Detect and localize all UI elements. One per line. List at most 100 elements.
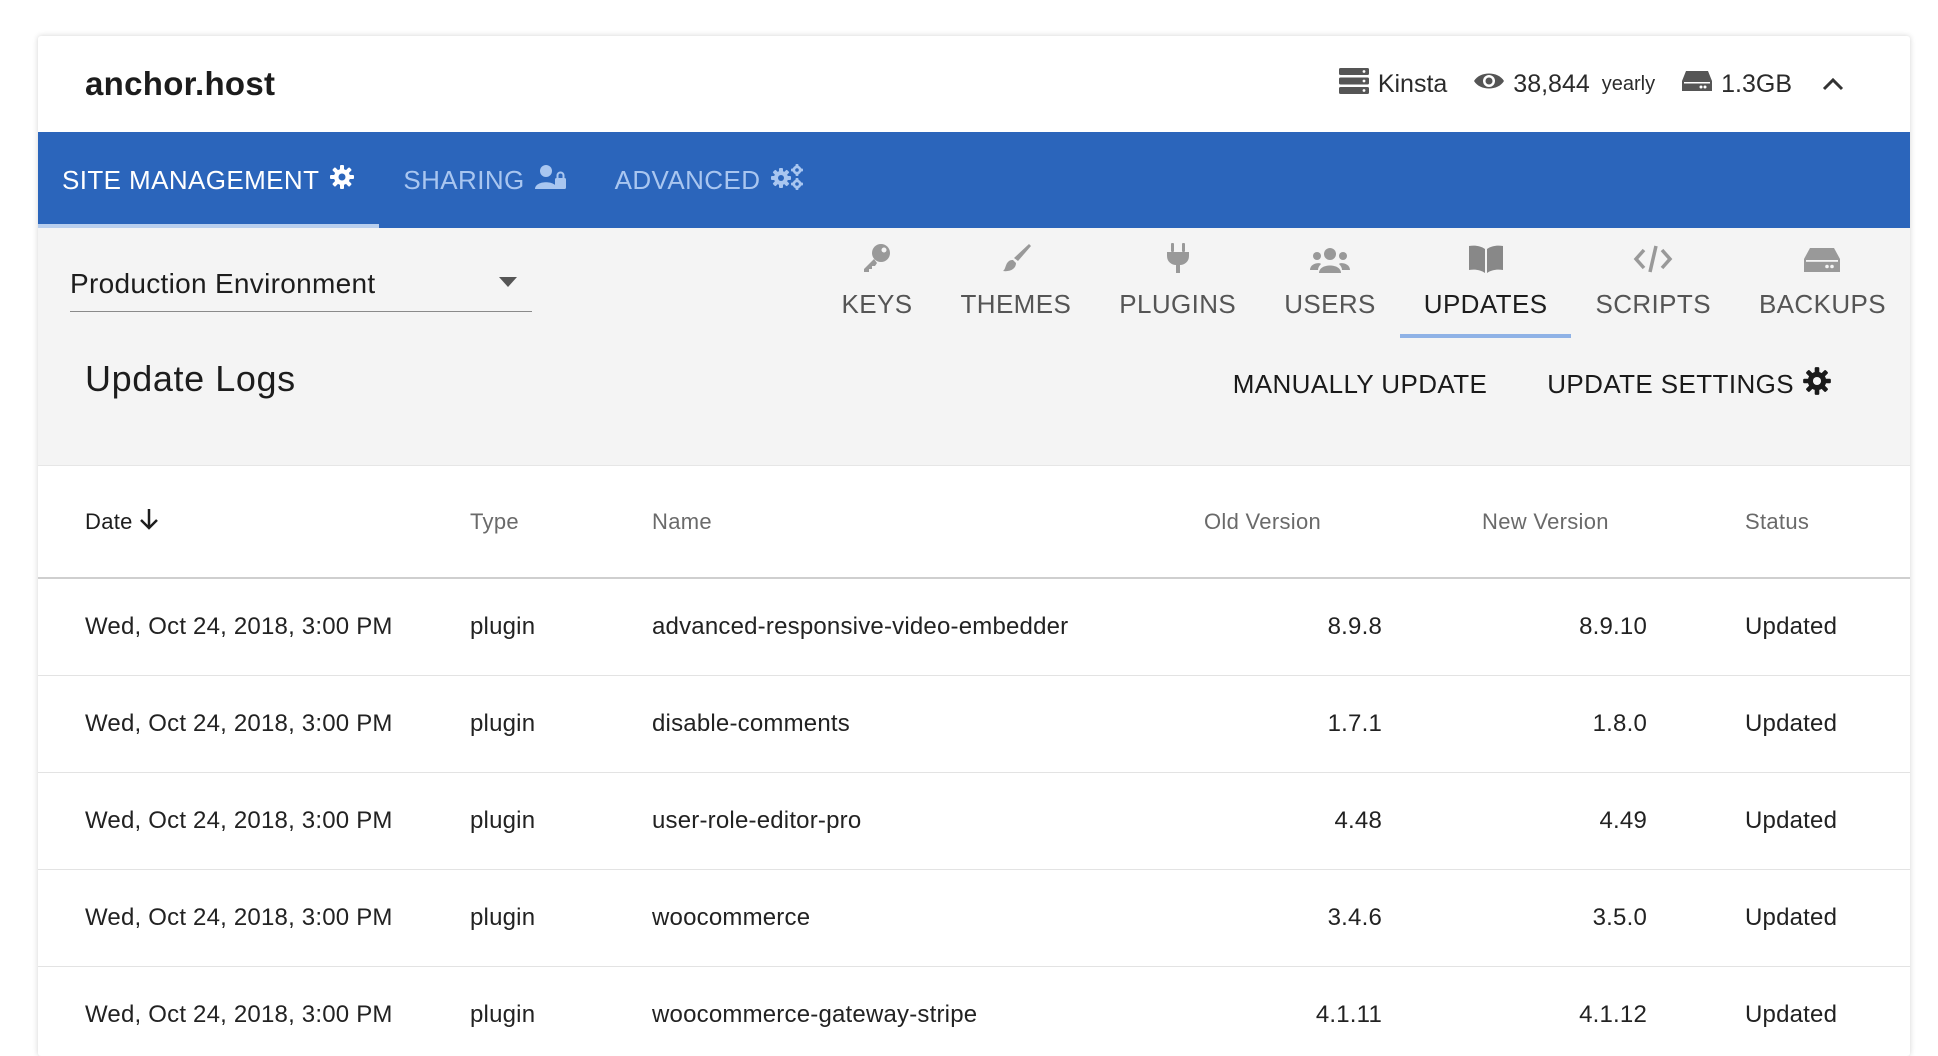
column-name[interactable]: Name: [652, 466, 1126, 579]
sort-date-button[interactable]: Date: [85, 508, 159, 536]
subtab-label: BACKUPS: [1758, 289, 1886, 319]
cell-old-version: 4.1.11: [1126, 966, 1382, 1056]
visits-count: 38,844: [1513, 69, 1590, 98]
cell-type: plugin: [470, 578, 652, 676]
user-lock-icon: [534, 164, 567, 197]
log-actions: MANUALLY UPDATE UPDATE SETTINGS: [1233, 366, 1832, 403]
site-header: anchor.host Kinsta 38,844 yearly 1.3GB: [38, 36, 1910, 132]
cell-type: plugin: [470, 772, 652, 870]
cell-type: plugin: [470, 869, 652, 967]
subtab-themes[interactable]: THEMES: [936, 228, 1095, 338]
cell-old-version: 1.7.1: [1126, 675, 1382, 773]
subtab-label: PLUGINS: [1119, 289, 1237, 319]
cell-status: Updated: [1647, 772, 1910, 870]
table-header-row: Date Type Name Old Version New Version S…: [38, 466, 1910, 579]
key-icon: [861, 242, 893, 279]
cell-new-version: 1.8.0: [1382, 675, 1647, 773]
cell-name: woocommerce-gateway-stripe: [652, 966, 1126, 1056]
page-title: Update Logs: [85, 358, 296, 399]
cell-status: Updated: [1647, 869, 1910, 967]
subtab-backups[interactable]: BACKUPS: [1735, 228, 1910, 338]
manually-update-button[interactable]: MANUALLY UPDATE: [1233, 369, 1488, 400]
gear-icon: [329, 164, 355, 197]
users-icon: [1309, 246, 1350, 279]
subtab-label: USERS: [1284, 289, 1376, 319]
cell-type: plugin: [470, 966, 652, 1056]
cell-old-version: 4.48: [1126, 772, 1382, 870]
cell-new-version: 3.5.0: [1382, 869, 1647, 967]
cell-status: Updated: [1647, 675, 1910, 773]
storage-info: 1.3GB: [1681, 69, 1792, 100]
eye-icon: [1473, 70, 1505, 99]
cell-new-version: 8.9.10: [1382, 578, 1647, 676]
sub-tabs: KEYS THEMES PLUGINS USERS UPDATES SCRIPT…: [818, 228, 1910, 338]
subtab-updates[interactable]: UPDATES: [1399, 228, 1572, 338]
tab-site-management[interactable]: SITE MANAGEMENT: [38, 132, 380, 228]
site-name: anchor.host: [85, 65, 276, 102]
visits-info: 38,844 yearly: [1473, 70, 1655, 99]
column-label: Date: [85, 508, 133, 534]
table-row: Wed, Oct 24, 2018, 3:00 PM plugin user-r…: [38, 772, 1910, 870]
subtab-scripts[interactable]: SCRIPTS: [1571, 228, 1734, 338]
button-label: MANUALLY UPDATE: [1232, 369, 1488, 399]
gears-icon: [770, 163, 804, 198]
environment-value: Production Environment: [70, 267, 376, 299]
cell-status: Updated: [1647, 578, 1910, 676]
cell-status: Updated: [1647, 966, 1910, 1056]
cell-name: user-role-editor-pro: [652, 772, 1126, 870]
gear-icon: [1802, 366, 1832, 403]
cell-date: Wed, Oct 24, 2018, 3:00 PM: [38, 578, 470, 676]
tab-advanced[interactable]: ADVANCED: [591, 132, 829, 228]
main-nav: SITE MANAGEMENT SHARING ADVANCED: [38, 132, 1910, 228]
cell-new-version: 4.1.12: [1382, 966, 1647, 1056]
arrow-down-icon: [139, 508, 159, 536]
code-icon: [1633, 244, 1673, 279]
subtab-label: KEYS: [841, 289, 913, 319]
subtab-keys[interactable]: KEYS: [818, 228, 937, 338]
hard-drive-icon: [1681, 69, 1713, 100]
column-type[interactable]: Type: [470, 466, 652, 579]
host-info: Kinsta: [1338, 67, 1447, 102]
cell-name: advanced-responsive-video-embedder: [652, 578, 1126, 676]
visits-period: yearly: [1601, 72, 1656, 95]
paintbrush-icon: [1000, 242, 1032, 279]
cell-date: Wed, Oct 24, 2018, 3:00 PM: [38, 675, 470, 773]
tab-label: SITE MANAGEMENT: [62, 164, 320, 195]
table-row: Wed, Oct 24, 2018, 3:00 PM plugin disabl…: [38, 675, 1910, 773]
site-card: anchor.host Kinsta 38,844 yearly 1.3GB S…: [38, 36, 1910, 1056]
table-row: Wed, Oct 24, 2018, 3:00 PM plugin advanc…: [38, 578, 1910, 676]
cell-old-version: 3.4.6: [1126, 869, 1382, 967]
storage-size: 1.3GB: [1721, 69, 1792, 98]
button-label: UPDATE SETTINGS: [1547, 369, 1794, 399]
table-row: Wed, Oct 24, 2018, 3:00 PM plugin woocom…: [38, 966, 1910, 1056]
caret-down-icon: [498, 275, 518, 293]
update-settings-button[interactable]: UPDATE SETTINGS: [1547, 366, 1832, 403]
subtab-label: UPDATES: [1423, 289, 1548, 319]
column-new-version[interactable]: New Version: [1382, 466, 1647, 579]
chevron-up-icon[interactable]: [1818, 69, 1848, 99]
cell-name: woocommerce: [652, 869, 1126, 967]
plug-icon: [1164, 242, 1192, 279]
environment-select[interactable]: Production Environment: [70, 256, 532, 312]
subtab-label: THEMES: [960, 289, 1072, 319]
server-icon: [1338, 67, 1370, 102]
cell-date: Wed, Oct 24, 2018, 3:00 PM: [38, 869, 470, 967]
column-date[interactable]: Date: [38, 466, 470, 579]
subtab-plugins[interactable]: PLUGINS: [1095, 228, 1260, 338]
column-old-version[interactable]: Old Version: [1126, 466, 1382, 579]
cell-new-version: 4.49: [1382, 772, 1647, 870]
host-name: Kinsta: [1377, 69, 1448, 98]
book-icon: [1468, 244, 1504, 279]
subtab-users[interactable]: USERS: [1260, 228, 1400, 338]
tab-label: ADVANCED: [614, 164, 761, 195]
update-log-table: Date Type Name Old Version New Version S…: [38, 466, 1910, 1056]
sub-nav-area: Production Environment KEYS THEMES PLUGI…: [38, 228, 1910, 466]
site-meta: Kinsta 38,844 yearly 1.3GB: [1338, 67, 1848, 102]
column-status[interactable]: Status: [1647, 466, 1910, 579]
cell-date: Wed, Oct 24, 2018, 3:00 PM: [38, 966, 470, 1056]
cell-old-version: 8.9.8: [1126, 578, 1382, 676]
tab-sharing[interactable]: SHARING: [379, 132, 590, 228]
table-row: Wed, Oct 24, 2018, 3:00 PM plugin woocom…: [38, 869, 1910, 967]
cell-name: disable-comments: [652, 675, 1126, 773]
cell-date: Wed, Oct 24, 2018, 3:00 PM: [38, 772, 470, 870]
